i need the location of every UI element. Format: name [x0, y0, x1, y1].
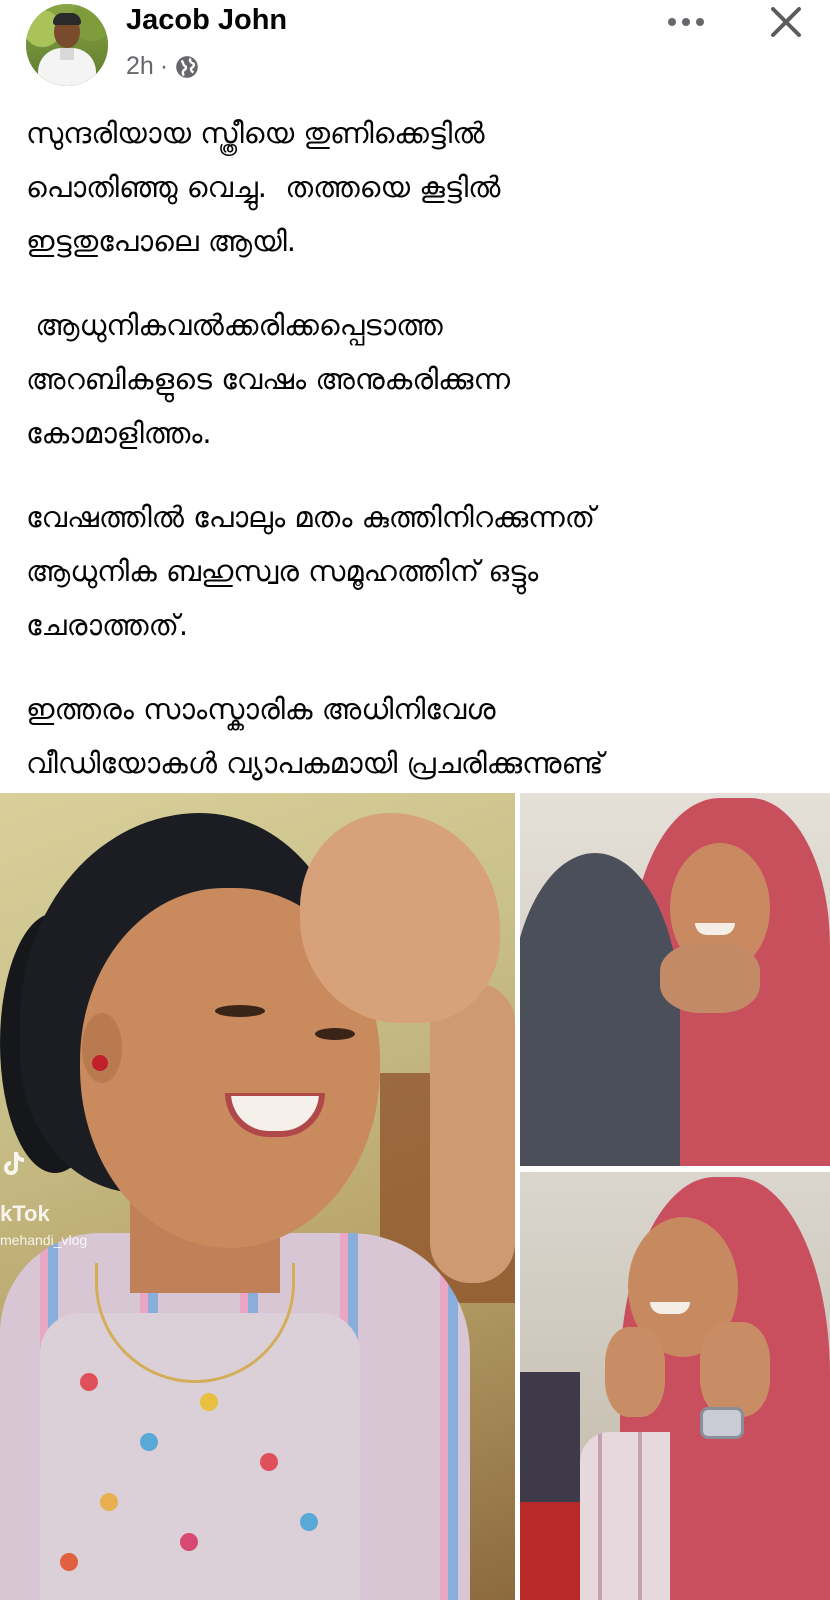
tiktok-watermark: kTok mehandi_vlog [0, 1201, 87, 1253]
post-text: സുന്ദരിയായ സ്ത്രീയെ തുണിക്കെട്ടിൽ പൊതിഞ്… [26, 106, 816, 790]
tiktok-logo-icon [4, 1152, 24, 1175]
watch-icon [700, 1407, 744, 1439]
post-photo-top-right[interactable] [520, 793, 830, 1166]
post-meta: 2h · [126, 52, 200, 81]
close-icon[interactable] [764, 0, 808, 44]
more-horizontal-icon[interactable] [664, 4, 708, 40]
post-paragraph: ഇത്തരം സാംസ്കാരിക അധിനിവേശ വീഡിയോകൾ വ്യാ… [26, 692, 604, 780]
post-time[interactable]: 2h [126, 52, 154, 81]
post-photo-main[interactable]: kTok mehandi_vlog [0, 793, 515, 1600]
post-paragraph: സുന്ദരിയായ സ്ത്രീയെ തുണിക്കെട്ടിൽ പൊതിഞ്… [26, 116, 501, 258]
post-paragraph: ആധുനികവൽക്കരിക്കപ്പെടാത്ത അറബികളുടെ വേഷം… [26, 308, 511, 450]
meta-separator: · [159, 52, 169, 80]
author-name[interactable]: Jacob John [126, 4, 287, 37]
author-avatar[interactable] [26, 4, 108, 86]
watermark-brand: kTok [0, 1201, 50, 1226]
post-header: Jacob John 2h · [0, 0, 830, 100]
post-photo-bottom-right[interactable] [520, 1172, 830, 1600]
watermark-handle: mehandi_vlog [0, 1232, 88, 1248]
post-paragraph: വേഷത്തിൽ പോലും മതം കുത്തിനിറക്കുന്നത് ആധ… [26, 500, 596, 642]
globe-icon [176, 55, 198, 78]
